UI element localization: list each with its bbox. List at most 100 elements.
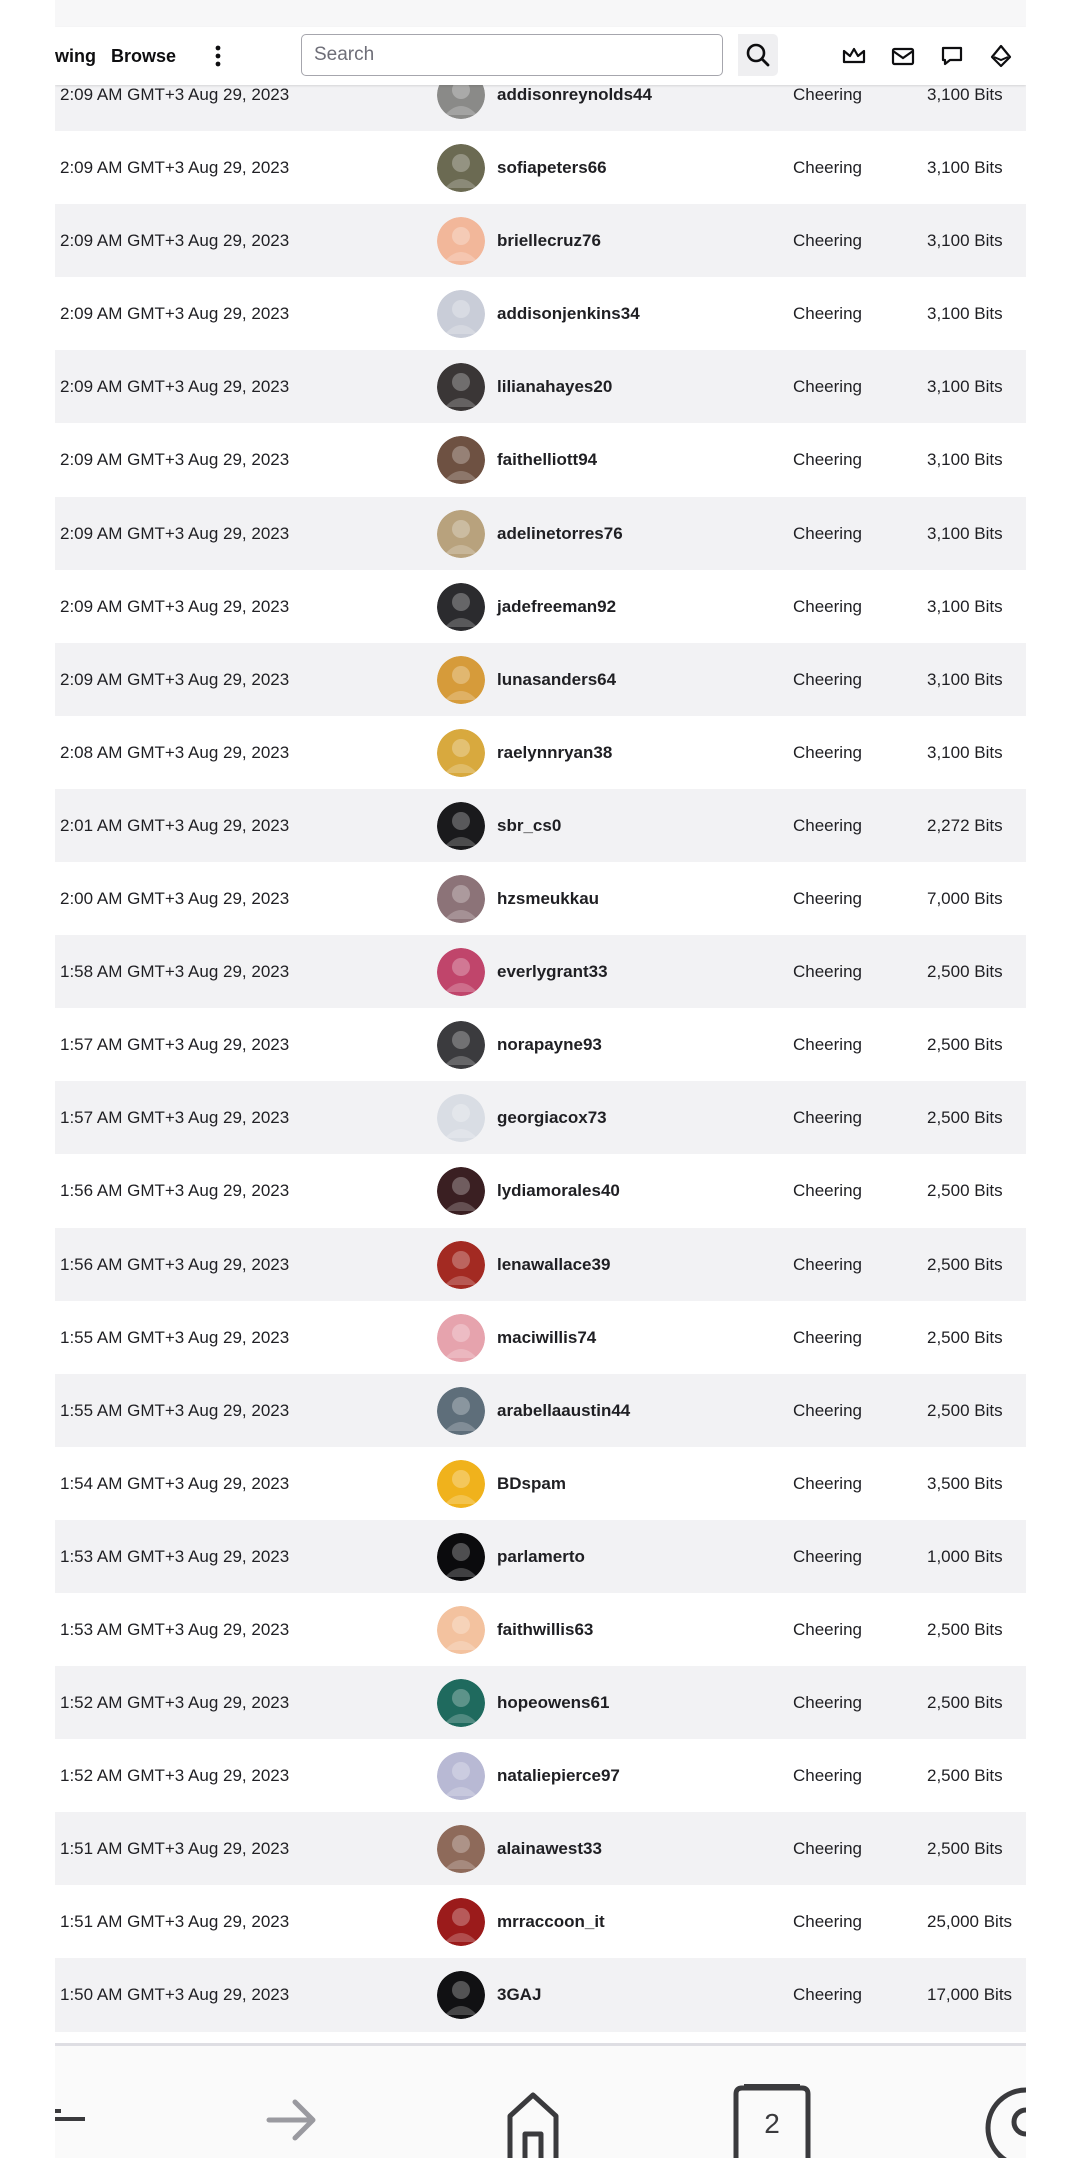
avatar-image [437,801,485,850]
row-date: 1:57 AM GMT+3 Aug 29, 2023 [60,1108,290,1128]
avatar[interactable] [437,217,485,266]
avatar[interactable] [437,582,485,631]
row-amount: 2,500 Bits [927,962,1003,982]
row-username[interactable]: sbr_cs0 [497,789,561,862]
row-amount: 3,100 Bits [927,742,1003,762]
inbox-icon[interactable] [888,41,918,71]
row-username[interactable]: 3GAJ [497,1958,541,2031]
row-username[interactable]: jadefreeman92 [497,570,616,643]
table-row: 1:51 AM GMT+3 Aug 29, 2023 alainawest33 Ch… [55,1812,1026,1886]
avatar[interactable] [437,801,485,850]
row-type: Cheering [793,1400,862,1420]
row-type: Cheering [793,523,862,543]
row-username[interactable]: briellecruz76 [497,204,601,277]
row-date: 1:52 AM GMT+3 Aug 29, 2023 [60,1693,290,1713]
row-type: Cheering [793,158,862,178]
row-username[interactable]: faithelliott94 [497,423,597,496]
whispers-icon[interactable] [937,41,967,71]
avatar[interactable] [437,1532,485,1581]
avatar-head [452,1104,470,1123]
avatar[interactable] [437,1898,485,1947]
nav-browse-link[interactable]: Browse [111,27,176,85]
avatar[interactable] [437,1825,485,1874]
row-amount: 3,100 Bits [927,377,1003,397]
row-username[interactable]: hopeowens61 [497,1666,609,1739]
profile-icon[interactable] [977,2086,1026,2158]
row-username[interactable]: arabellaaustin44 [497,1374,630,1447]
row-username[interactable]: faithwillis63 [497,1593,593,1666]
row-username[interactable]: maciwillis74 [497,1301,596,1374]
row-username[interactable]: norapayne93 [497,1008,602,1081]
row-amount: 3,100 Bits [927,231,1003,251]
row-username[interactable]: lunasanders64 [497,643,616,716]
avatar-head [452,1250,470,1269]
bits-icon[interactable] [986,41,1016,71]
home-icon[interactable] [505,2090,561,2158]
nav-following-link[interactable]: wing [55,27,96,85]
search-button[interactable] [738,34,778,76]
avatar-image [437,1825,485,1874]
table-row: 1:52 AM GMT+3 Aug 29, 2023 nataliepierce9… [55,1739,1026,1813]
avatar[interactable] [437,144,485,193]
row-username[interactable]: hzsmeukkau [497,862,599,935]
row-amount: 2,500 Bits [927,1181,1003,1201]
avatar[interactable] [437,728,485,777]
row-date: 2:09 AM GMT+3 Aug 29, 2023 [60,304,290,324]
row-amount: 2,272 Bits [927,815,1003,835]
row-date: 2:00 AM GMT+3 Aug 29, 2023 [60,889,290,909]
back-icon[interactable] [55,2108,95,2128]
more-vertical-icon[interactable] [205,43,231,69]
row-amount: 3,100 Bits [927,158,1003,178]
row-username[interactable]: BDspam [497,1447,566,1520]
avatar[interactable] [437,509,485,558]
row-username[interactable]: parlamerto [497,1520,585,1593]
avatar[interactable] [437,1167,485,1216]
avatar-head [452,154,470,173]
avatar-head [452,1031,470,1050]
table-row: 2:09 AM GMT+3 Aug 29, 2023 lunasanders64 C… [55,642,1026,716]
row-username[interactable]: sofiapeters66 [497,131,607,204]
avatar[interactable] [437,290,485,339]
row-username[interactable]: nataliepierce97 [497,1739,620,1812]
row-username[interactable]: lydiamorales40 [497,1154,620,1227]
row-amount: 2,500 Bits [927,1619,1003,1639]
avatar[interactable] [437,1971,485,2020]
row-type: Cheering [793,450,862,470]
avatar[interactable] [437,1386,485,1435]
avatar-head [452,519,470,538]
avatar[interactable] [437,1605,485,1654]
avatar-image [437,1459,485,1508]
avatar[interactable] [437,1459,485,1508]
row-type: Cheering [793,1327,862,1347]
row-date: 1:55 AM GMT+3 Aug 29, 2023 [60,1327,290,1347]
avatar[interactable] [437,1240,485,1289]
row-username[interactable]: everlygrant33 [497,935,608,1008]
avatar[interactable] [437,1313,485,1362]
row-date: 2:09 AM GMT+3 Aug 29, 2023 [60,596,290,616]
avatar[interactable] [437,1021,485,1070]
avatar[interactable] [437,875,485,924]
table-row: 2:08 AM GMT+3 Aug 29, 2023 raelynnryan38 C… [55,715,1026,789]
crown-icon[interactable] [839,41,869,71]
avatar[interactable] [437,1679,485,1728]
avatar[interactable] [437,1094,485,1143]
row-username[interactable]: raelynnryan38 [497,716,612,789]
forward-icon[interactable] [265,2096,321,2144]
avatar-head [452,227,470,246]
row-username[interactable]: lilianahayes20 [497,350,612,423]
row-username[interactable]: addisonjenkins34 [497,277,640,350]
tabs-icon[interactable]: 2 [732,2084,812,2158]
row-username[interactable]: alainawest33 [497,1812,602,1885]
avatar[interactable] [437,363,485,412]
avatar[interactable] [437,948,485,997]
row-amount: 2,500 Bits [927,1766,1003,1786]
avatar[interactable] [437,436,485,485]
row-username[interactable]: adelinetorres76 [497,497,623,570]
row-username[interactable]: mrraccoon_it [497,1885,605,1958]
avatar-head [452,1908,470,1927]
avatar[interactable] [437,655,485,704]
avatar[interactable] [437,1752,485,1801]
search-input[interactable] [301,34,723,76]
row-username[interactable]: lenawallace39 [497,1228,610,1301]
row-username[interactable]: georgiacox73 [497,1081,607,1154]
